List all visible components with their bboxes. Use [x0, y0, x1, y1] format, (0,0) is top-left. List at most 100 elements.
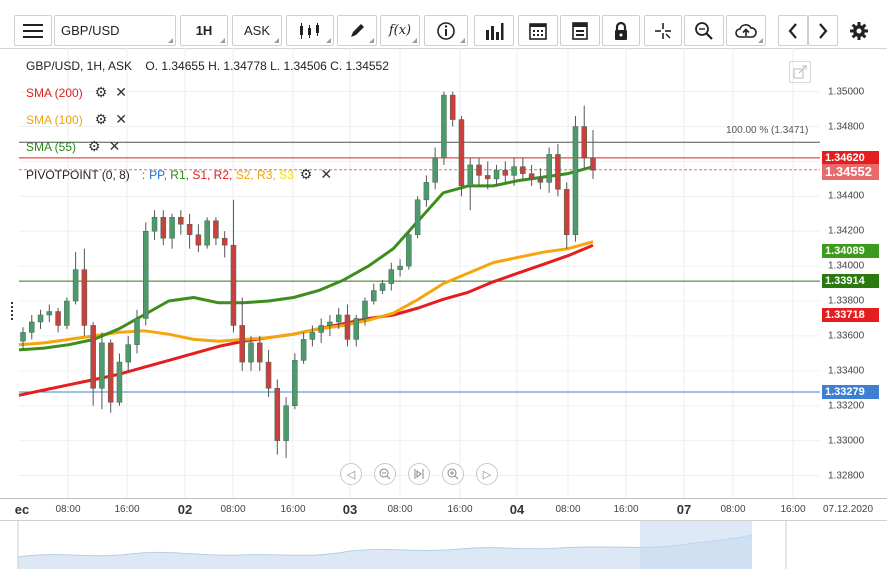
reset-zoom-button[interactable] — [408, 463, 430, 485]
detach-button[interactable] — [789, 61, 811, 83]
expand-icon — [793, 65, 807, 79]
candle-body-7 — [81, 269, 88, 326]
legend-pivot[interactable]: PIVOTPOINT (0, 8) : PP, R1, S1, R2, S2, … — [26, 166, 332, 183]
indicators-button[interactable]: f(x) — [380, 15, 420, 46]
y-tick-label-0: 1.35000 — [828, 86, 865, 98]
symbol-label: GBP/USD — [61, 23, 120, 38]
candle-body-19 — [186, 223, 193, 235]
y-tick-label-3: 1.34400 — [828, 190, 865, 202]
candle-body-41 — [379, 283, 386, 291]
candle-body-20 — [195, 234, 202, 246]
pivot-item-0: PP, — [149, 167, 171, 182]
candle-body-42 — [388, 269, 395, 284]
candle-body-10 — [107, 342, 114, 403]
candle-body-33 — [309, 332, 316, 340]
info-button[interactable] — [424, 15, 468, 46]
zoom-out-button[interactable] — [374, 463, 396, 485]
sma200-gear-icon[interactable]: ⚙ — [95, 84, 108, 101]
candle-body-0 — [20, 332, 26, 342]
menu-button[interactable] — [14, 15, 52, 46]
symbol-select[interactable]: GBP/USD — [54, 15, 176, 46]
sma100-close-icon[interactable]: ✕ — [115, 111, 127, 128]
price-side-select[interactable]: ASK — [232, 15, 282, 46]
interval-select[interactable]: 1H — [180, 15, 228, 46]
x-tick-label-5: 16:00 — [280, 504, 306, 515]
pivot-gear-icon[interactable]: ⚙ — [300, 166, 313, 183]
crosshair-icon — [655, 22, 671, 39]
time-axis: ec 08:00 16:00 02 08:00 16:00 03 08:00 16:00 04 08… — [0, 498, 887, 521]
candle-body-2 — [37, 314, 44, 323]
candle-body-8 — [90, 325, 96, 389]
report-button[interactable] — [560, 15, 600, 46]
x-tick-label-3: 02 — [177, 502, 193, 517]
candle-body-3 — [46, 311, 53, 316]
candle-body-28 — [265, 361, 272, 389]
sma100-gear-icon[interactable]: ⚙ — [95, 111, 108, 128]
panel-grip[interactable] — [11, 302, 17, 320]
bars-icon — [486, 22, 504, 40]
legend-sma100[interactable]: SMA (100) ⚙ ✕ — [26, 111, 127, 128]
legend-sma200[interactable]: SMA (200) ⚙ ✕ — [26, 84, 127, 101]
candle-body-65 — [590, 157, 596, 171]
x-tick-label-13: 08:00 — [720, 504, 746, 515]
candle-body-39 — [362, 300, 368, 319]
calendar-button[interactable] — [518, 15, 558, 46]
x-tick-label-14: 16:00 — [780, 504, 806, 515]
candle-body-55 — [502, 169, 509, 176]
lock-button[interactable] — [602, 15, 640, 46]
bars-button[interactable] — [474, 15, 514, 46]
y-tick-label-8: 1.33400 — [828, 365, 865, 377]
candle-body-62 — [563, 189, 570, 235]
scroll-left-button[interactable] — [778, 15, 808, 46]
pivot-items: PP, R1, S1, R2, S2, R3, S3 — [149, 168, 294, 182]
candle-body-24 — [230, 244, 237, 326]
pivot-item-1: R1, — [170, 167, 193, 182]
zoom-in-icon — [447, 468, 459, 480]
upload-button[interactable] — [726, 15, 766, 46]
candle-body-37 — [344, 314, 351, 340]
x-tick-label-2: 16:00 — [114, 504, 140, 515]
chart-type-button[interactable] — [286, 15, 334, 46]
candle-body-52 — [476, 164, 482, 176]
navigator-chart[interactable] — [0, 521, 887, 569]
candle-body-5 — [64, 300, 70, 326]
crosshair-button[interactable] — [644, 15, 682, 46]
interval-label: 1H — [195, 23, 213, 38]
zoom-in-button[interactable] — [442, 463, 464, 485]
x-tick-label-10: 08:00 — [555, 504, 581, 515]
candle-body-1 — [29, 321, 35, 333]
navigator-panel[interactable] — [0, 520, 887, 569]
candle-body-35 — [327, 321, 333, 326]
y-tick-label-11: 1.32800 — [828, 470, 865, 482]
sma200-close-icon[interactable]: ✕ — [115, 84, 127, 101]
legend-sma55[interactable]: SMA (55) ⚙ ✕ — [26, 138, 120, 155]
candle-body-48 — [441, 94, 447, 159]
candle-body-56 — [511, 166, 517, 176]
price-badge-4: 1.33718 — [822, 308, 879, 323]
scroll-forward-button[interactable]: ▷ — [476, 463, 498, 485]
sma55-gear-icon[interactable]: ⚙ — [88, 138, 101, 155]
sma55-close-icon[interactable]: ✕ — [109, 138, 121, 155]
y-tick-label-6: 1.33800 — [828, 295, 865, 307]
candle-body-45 — [414, 199, 421, 235]
candles-icon — [300, 22, 319, 39]
y-tick-label-4: 1.34200 — [828, 225, 865, 237]
upload-cloud-icon — [735, 23, 757, 38]
zoom-search-button[interactable] — [684, 15, 724, 46]
scroll-right-button[interactable] — [808, 15, 838, 46]
settings-button[interactable] — [842, 15, 876, 46]
reset-icon — [414, 469, 424, 479]
pivot-close-icon[interactable]: ✕ — [320, 166, 332, 183]
drawing-button[interactable] — [337, 15, 377, 46]
x-tick-label-15: 07.12.2020 — [822, 504, 874, 515]
scroll-back-button[interactable]: ◁ — [340, 463, 362, 485]
sma100-label: SMA (100) — [26, 112, 83, 127]
y-tick-label-7: 1.33600 — [828, 330, 865, 342]
candle-body-53 — [485, 175, 491, 180]
candle-body-21 — [204, 220, 210, 246]
sma200-label: SMA (200) — [26, 85, 83, 100]
price-badge-5: 1.33279 — [822, 384, 879, 399]
candle-body-30 — [283, 405, 289, 441]
price-chart[interactable] — [0, 48, 887, 498]
candle-body-25 — [239, 325, 245, 363]
